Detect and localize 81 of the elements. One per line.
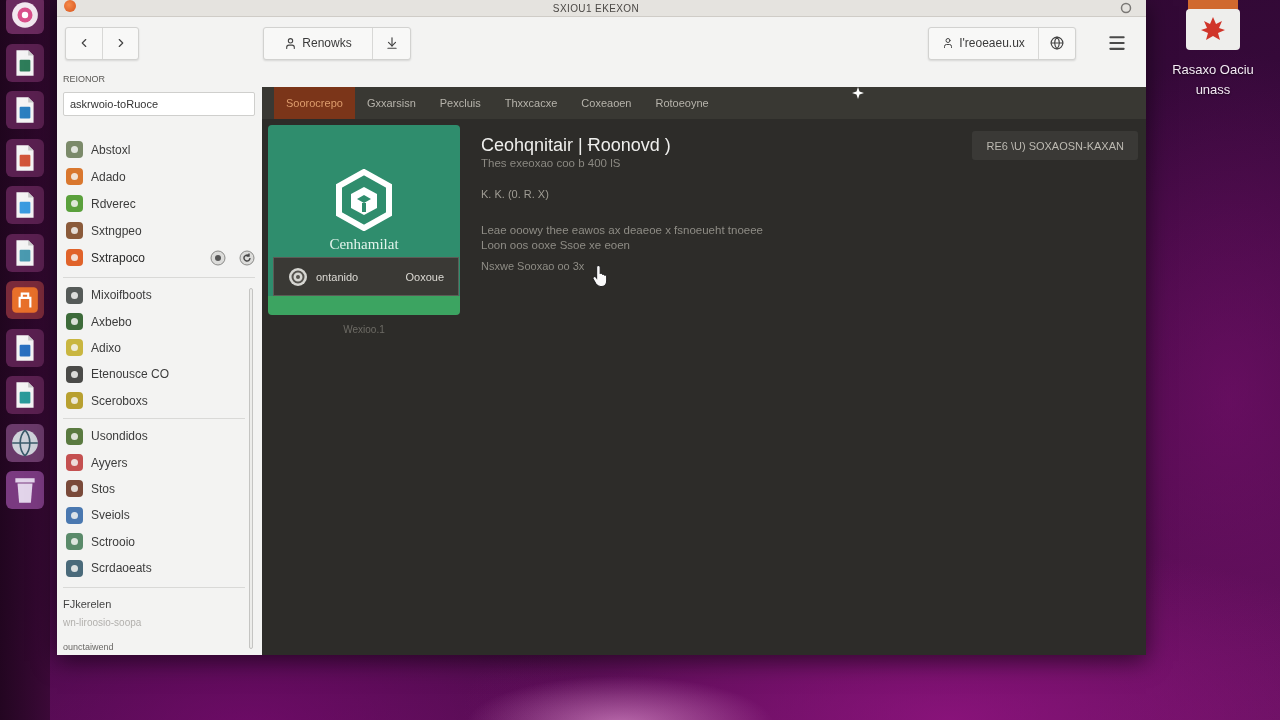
tab[interactable]: Soorocrepo <box>274 87 355 119</box>
card-caption: Wexioo.1 <box>343 324 385 335</box>
document-icon[interactable] <box>6 328 44 367</box>
app-icon <box>66 249 83 266</box>
sidebar-item[interactable]: Ayyers <box>63 449 245 476</box>
document-icon[interactable] <box>6 376 44 414</box>
sidebar-item[interactable]: Sxtngpeo <box>63 217 255 244</box>
app-meta: K. K. (0. R. X) <box>481 187 549 201</box>
app-title: Ceohqnitair | Ɍoonovd ) <box>481 135 671 155</box>
details-link[interactable]: Nsxwe Sooxao oo 3x <box>481 259 585 273</box>
document-icon[interactable] <box>6 138 44 177</box>
sparkle-icon <box>852 87 864 99</box>
sidebar-item[interactable]: Mixoifboots <box>63 282 245 309</box>
sidebar-heading: REIONOR <box>63 73 105 85</box>
close-button[interactable] <box>64 0 76 12</box>
footer-subtitle: wn-liroosio-soopa <box>63 616 142 630</box>
scrollbar[interactable] <box>249 288 253 649</box>
app-icon <box>66 480 83 498</box>
globe-icon <box>1050 36 1064 50</box>
action-button[interactable]: Ooxoue <box>405 270 444 283</box>
user-icon <box>284 36 298 50</box>
app-icon <box>66 195 83 212</box>
window-title: SXIOU1 EKEXON <box>551 2 641 14</box>
sidebar-item[interactable]: Sctrooio <box>63 528 245 555</box>
document-icon[interactable] <box>6 233 44 272</box>
sidebar-item[interactable]: Etenousce CO <box>63 361 245 388</box>
sidebar-item[interactable]: Abstoxl <box>63 136 255 163</box>
tab[interactable]: Rotoeoyne <box>643 87 721 119</box>
action-button[interactable]: ontanido <box>288 266 359 287</box>
sidebar-item[interactable]: Rdverec <box>63 190 255 217</box>
search-field[interactable]: askrwoio-toRuoce <box>63 92 255 116</box>
app-icon <box>66 286 83 304</box>
app-icon <box>66 506 83 524</box>
install-button[interactable]: RE6 \U) SOXAOSN-KAXAN <box>972 131 1138 160</box>
app-icon <box>66 141 83 158</box>
sidebar-item[interactable]: Sceroboxs <box>63 387 245 414</box>
document-icon[interactable] <box>6 43 44 82</box>
logo-icon[interactable] <box>6 0 44 34</box>
app-icon <box>66 222 83 239</box>
download-icon <box>384 36 399 50</box>
bag-icon[interactable] <box>6 281 44 319</box>
refresh-icon[interactable] <box>239 249 255 266</box>
ring-icon <box>288 266 308 287</box>
ring-icon[interactable] <box>1120 2 1132 14</box>
sidebar-item[interactable]: Stos <box>63 475 245 503</box>
sidebar-item[interactable]: Scrdaoeats <box>63 554 245 582</box>
app-icon <box>66 313 83 331</box>
tab[interactable]: Pexcluis <box>427 87 493 119</box>
sidebar-item[interactable]: Axbebo <box>63 308 245 335</box>
app-icon <box>66 392 83 410</box>
sidebar-item[interactable]: Sveiols <box>63 502 245 529</box>
tab[interactable]: Coxeaoen <box>569 87 644 119</box>
app-icon <box>66 168 83 185</box>
document-icon[interactable] <box>6 91 44 129</box>
app-description: Leae ooowy thee eawos ax deaeoe x fsnoeueht tnoeee Loon oos ooxe Ssoe xe eoen <box>481 223 764 253</box>
sidebar-item[interactable]: Sxtrapoco <box>63 244 197 271</box>
app-name: Cenhamilat <box>329 235 399 253</box>
app-icon <box>66 454 83 472</box>
app-card[interactable]: Cenhamilat ontanido Ooxoue <box>268 125 460 315</box>
star-box-icon[interactable] <box>1184 0 1242 50</box>
user-icon <box>942 37 955 49</box>
globe-icon[interactable] <box>6 423 44 462</box>
sidebar-item[interactable]: Usondidos <box>63 422 245 450</box>
hexagon-logo-icon <box>333 169 395 231</box>
document-icon[interactable] <box>6 186 44 224</box>
app-icon <box>66 533 83 551</box>
tab[interactable]: Gxxarsisn <box>354 87 428 119</box>
app-icon <box>66 365 83 383</box>
app-icon <box>66 339 83 357</box>
app-icon <box>66 559 83 577</box>
tab[interactable]: Thxxcacxe <box>492 87 570 119</box>
sidebar-item[interactable]: Adixo <box>63 334 245 362</box>
trash-icon[interactable] <box>6 471 44 509</box>
footer-note: ounctaiwend <box>63 642 114 654</box>
app-icon <box>66 427 83 445</box>
ring-icon[interactable] <box>210 249 226 266</box>
footer-title: FJkerelen <box>63 597 112 612</box>
desktop-icon-label: Rasaxo Oaciu unass <box>1171 61 1255 99</box>
app-subtitle: Thes exeoxao coo b 400 lS <box>481 156 621 170</box>
hand-cursor-icon <box>592 264 610 288</box>
sidebar-item[interactable]: Adado <box>63 163 255 190</box>
